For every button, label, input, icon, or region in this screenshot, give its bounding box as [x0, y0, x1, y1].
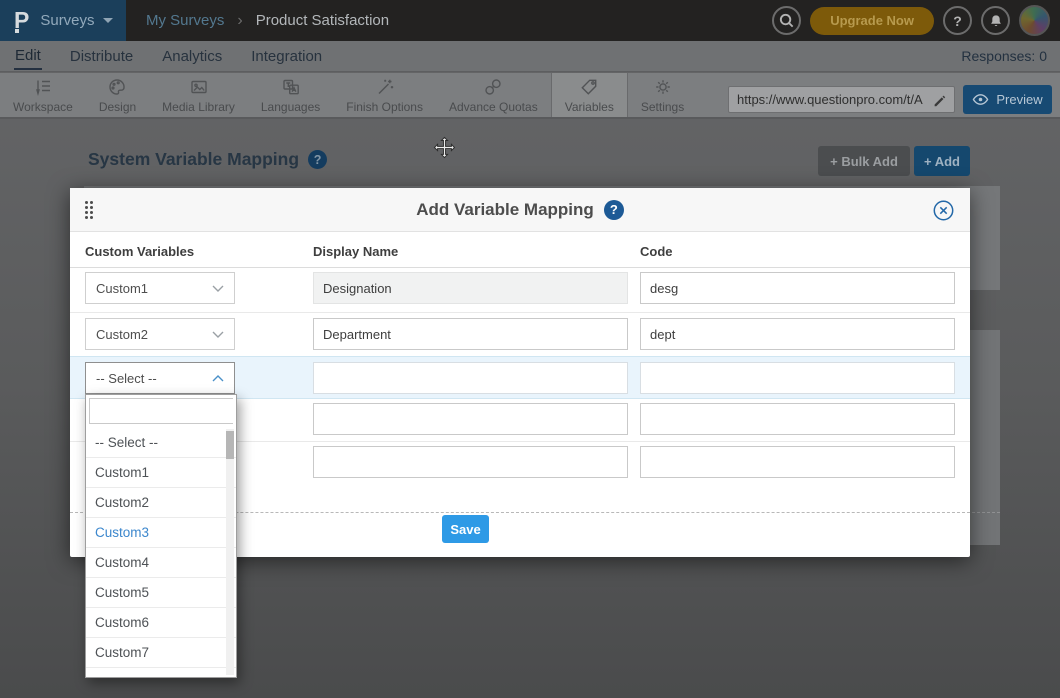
modal-title: Add Variable Mapping — [416, 200, 594, 220]
bulk-add-button[interactable]: + Bulk Add — [818, 146, 910, 176]
palette-icon — [107, 77, 127, 97]
variable-select-row2[interactable]: Custom2 — [85, 318, 235, 350]
dropdown-option-list: -- Select -- Custom1 Custom2 Custom3 Cus… — [86, 428, 237, 678]
tab-edit[interactable]: Edit — [14, 42, 42, 70]
chevron-down-icon — [212, 331, 224, 338]
dropdown-option-select[interactable]: -- Select -- — [86, 428, 237, 458]
code-input-row1[interactable] — [640, 272, 955, 304]
search-icon — [778, 12, 795, 29]
display-name-input-row5[interactable] — [313, 446, 628, 478]
variable-select-row3-open[interactable]: -- Select -- — [85, 362, 235, 394]
survey-url-text: https://www.questionpro.com/t/A — [737, 92, 932, 107]
display-name-input-row4[interactable] — [313, 403, 628, 435]
topbar-actions: Upgrade Now ? — [772, 0, 1050, 41]
close-icon[interactable] — [933, 200, 954, 221]
top-navbar: P Surveys My Surveys › Product Satisfact… — [0, 0, 1060, 41]
variable-dropdown-panel: -- Select -- Custom1 Custom2 Custom3 Cus… — [85, 394, 237, 678]
save-button[interactable]: Save — [442, 515, 489, 543]
app-screen: P Surveys My Surveys › Product Satisfact… — [0, 0, 1060, 698]
page-title: System Variable Mapping ? — [88, 149, 327, 170]
variable-select-row1[interactable]: Custom1 — [85, 272, 235, 304]
breadcrumb: My Surveys › Product Satisfaction — [146, 12, 389, 30]
column-header-custom-variables: Custom Variables — [85, 244, 194, 259]
search-button[interactable] — [772, 6, 801, 35]
bell-icon — [988, 13, 1004, 29]
tag-icon — [579, 77, 599, 97]
code-input-row4[interactable] — [640, 403, 955, 435]
header-divider — [70, 267, 970, 268]
toolbar-item-design[interactable]: Design — [86, 73, 149, 117]
column-header-display-name: Display Name — [313, 244, 398, 259]
notifications-button[interactable] — [981, 6, 1010, 35]
chevron-up-icon — [212, 375, 224, 382]
display-name-input-row2[interactable] — [313, 318, 628, 350]
page-header: System Variable Mapping ? + Bulk Add + A… — [0, 140, 1060, 182]
question-mark-icon: ? — [953, 13, 962, 29]
dropdown-option-custom6[interactable]: Custom6 — [86, 608, 237, 638]
code-input-row2[interactable] — [640, 318, 955, 350]
survey-url-field[interactable]: https://www.questionpro.com/t/A — [728, 86, 955, 113]
product-switcher[interactable]: P Surveys — [0, 0, 126, 41]
chain-links-icon — [483, 77, 503, 97]
column-header-code: Code — [640, 244, 673, 259]
help-button[interactable]: ? — [943, 6, 972, 35]
code-input-row5[interactable] — [640, 446, 955, 478]
breadcrumb-separator: › — [237, 12, 242, 30]
breadcrumb-current-survey: Product Satisfaction — [256, 12, 389, 29]
plus-icon: + — [830, 154, 838, 169]
dropdown-search-box[interactable] — [89, 398, 233, 424]
dropdown-option-custom1[interactable]: Custom1 — [86, 458, 237, 488]
eye-icon — [972, 93, 989, 106]
tab-integration[interactable]: Integration — [250, 43, 323, 69]
chevron-down-icon — [212, 285, 224, 292]
responses-count: Responses: 0 — [961, 48, 1047, 64]
drag-handle-icon[interactable] — [85, 201, 93, 219]
modal-help-icon[interactable]: ? — [604, 200, 624, 220]
dropdown-option-custom3[interactable]: Custom3 — [86, 518, 237, 548]
tab-analytics[interactable]: Analytics — [161, 43, 223, 69]
toolbar-item-media-library[interactable]: Media Library — [149, 73, 248, 117]
toolbar-item-settings[interactable]: Settings — [628, 73, 697, 117]
dropdown-option-custom2[interactable]: Custom2 — [86, 488, 237, 518]
translate-icon — [281, 77, 301, 97]
edit-pencil-icon[interactable] — [932, 93, 946, 107]
logo-dot-icon — [15, 29, 19, 33]
breadcrumb-my-surveys[interactable]: My Surveys — [146, 12, 224, 29]
toolbar-item-workspace[interactable]: Workspace — [0, 73, 86, 117]
dropdown-scrollbar-thumb[interactable] — [226, 431, 234, 459]
upgrade-now-button[interactable]: Upgrade Now — [810, 7, 934, 35]
plus-icon: + — [924, 154, 932, 169]
workspace-icon — [33, 77, 53, 97]
edit-toolbar: Workspace Design Media Library — [0, 73, 1060, 119]
survey-nav-tabs: Edit Distribute Analytics Integration Re… — [0, 41, 1060, 72]
dropdown-option-custom4[interactable]: Custom4 — [86, 548, 237, 578]
dropdown-option-custom5[interactable]: Custom5 — [86, 578, 237, 608]
toolbar-item-finish-options[interactable]: Finish Options — [333, 73, 436, 117]
page-help-icon[interactable]: ? — [308, 150, 327, 169]
preview-button[interactable]: Preview — [963, 85, 1052, 114]
toolbar-item-variables[interactable]: Variables — [551, 73, 628, 117]
magic-wand-icon — [375, 77, 395, 97]
dropdown-option-partial[interactable] — [86, 668, 237, 678]
image-icon — [189, 77, 209, 97]
user-avatar[interactable] — [1019, 5, 1050, 36]
add-button[interactable]: + Add — [914, 146, 970, 176]
dropdown-scrollbar[interactable] — [226, 429, 234, 675]
row-divider — [70, 312, 970, 313]
tab-distribute[interactable]: Distribute — [69, 43, 134, 69]
display-name-input-row3[interactable] — [313, 362, 628, 394]
toolbar-item-languages[interactable]: Languages — [248, 73, 333, 117]
gear-icon — [653, 77, 673, 97]
mouse-move-cursor — [433, 136, 456, 159]
chevron-down-icon — [103, 18, 113, 23]
display-name-input-row1[interactable] — [313, 272, 628, 304]
product-menu-label: Surveys — [40, 12, 94, 29]
dropdown-search-input[interactable] — [90, 399, 237, 423]
code-input-row3[interactable] — [640, 362, 955, 394]
modal-header: Add Variable Mapping ? — [70, 188, 970, 232]
toolbar-item-advance-quotas[interactable]: Advance Quotas — [436, 73, 551, 117]
dropdown-option-custom7[interactable]: Custom7 — [86, 638, 237, 668]
